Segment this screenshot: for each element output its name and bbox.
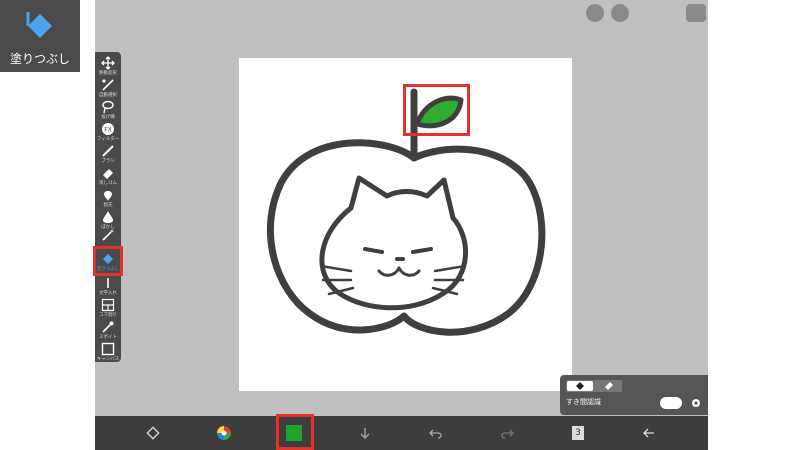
- fill-mode-segment[interactable]: [566, 380, 622, 392]
- magic-wand-icon: [102, 229, 114, 241]
- current-tool-label: 塗りつぶし: [9, 52, 71, 66]
- arrow-left-icon: [643, 428, 654, 438]
- frame-divider-icon: [101, 298, 115, 312]
- svg-text:FX: FX: [104, 127, 112, 134]
- undo-button[interactable]: [419, 416, 453, 450]
- tool-palette: 移動変形 自動選択 投げ縄 FX フィルター ブラシ 消しゴム 指先 ぼかし 塗…: [95, 52, 121, 362]
- redo-button[interactable]: [490, 416, 524, 450]
- layers-button[interactable]: 3: [561, 416, 595, 450]
- fill-bucket-icon: [26, 12, 52, 38]
- rotate-icon: [146, 426, 160, 440]
- text-icon: [107, 278, 109, 288]
- current-tool-badge: 塗りつぶし: [0, 0, 80, 72]
- tool-canvas[interactable]: キャンバス: [95, 340, 121, 366]
- canvas-icon: [101, 342, 115, 356]
- fill-tool-highlight-box: [93, 246, 123, 276]
- bottom-toolbar: 3: [95, 416, 708, 450]
- eyedropper-icon: [102, 321, 114, 333]
- blur-drop-icon: [103, 211, 113, 223]
- eraser-icon[interactable]: [604, 381, 614, 391]
- redo-icon: [501, 429, 514, 439]
- color-wheel-icon: [217, 426, 231, 440]
- leaf-highlight-box: [403, 84, 470, 136]
- lasso-icon: [102, 100, 114, 114]
- reference-window-icon[interactable]: [586, 4, 604, 22]
- layers-icon: 3: [572, 426, 584, 440]
- auto-select-icon: [102, 79, 114, 91]
- smudge-icon: [104, 191, 112, 201]
- gap-detection-toggle[interactable]: [660, 397, 682, 409]
- brush-icon: [102, 145, 114, 157]
- gear-icon[interactable]: [690, 397, 702, 409]
- eraser-icon: [103, 169, 113, 179]
- back-button[interactable]: [632, 416, 666, 450]
- fill-bucket-icon: [576, 382, 584, 390]
- fill-mode-fill-option[interactable]: [567, 381, 593, 391]
- import-down-button[interactable]: [348, 416, 382, 450]
- filter-fx-icon: FX: [102, 123, 114, 135]
- move-icon: [101, 56, 115, 70]
- color-wheel-button[interactable]: [207, 416, 241, 450]
- tool-label: キャンバス: [96, 357, 120, 362]
- color-highlight-box: [276, 414, 314, 450]
- grid-icon[interactable]: [611, 4, 629, 22]
- fill-settings-panel: すき間認識: [560, 375, 708, 415]
- undo-icon: [429, 429, 442, 439]
- layer-count: 3: [575, 428, 581, 438]
- gap-detection-label: すき間認識: [566, 398, 601, 406]
- gallery-icon[interactable]: [686, 4, 706, 22]
- transform-rotate-button[interactable]: [136, 416, 170, 450]
- arrow-down-icon: [360, 428, 370, 439]
